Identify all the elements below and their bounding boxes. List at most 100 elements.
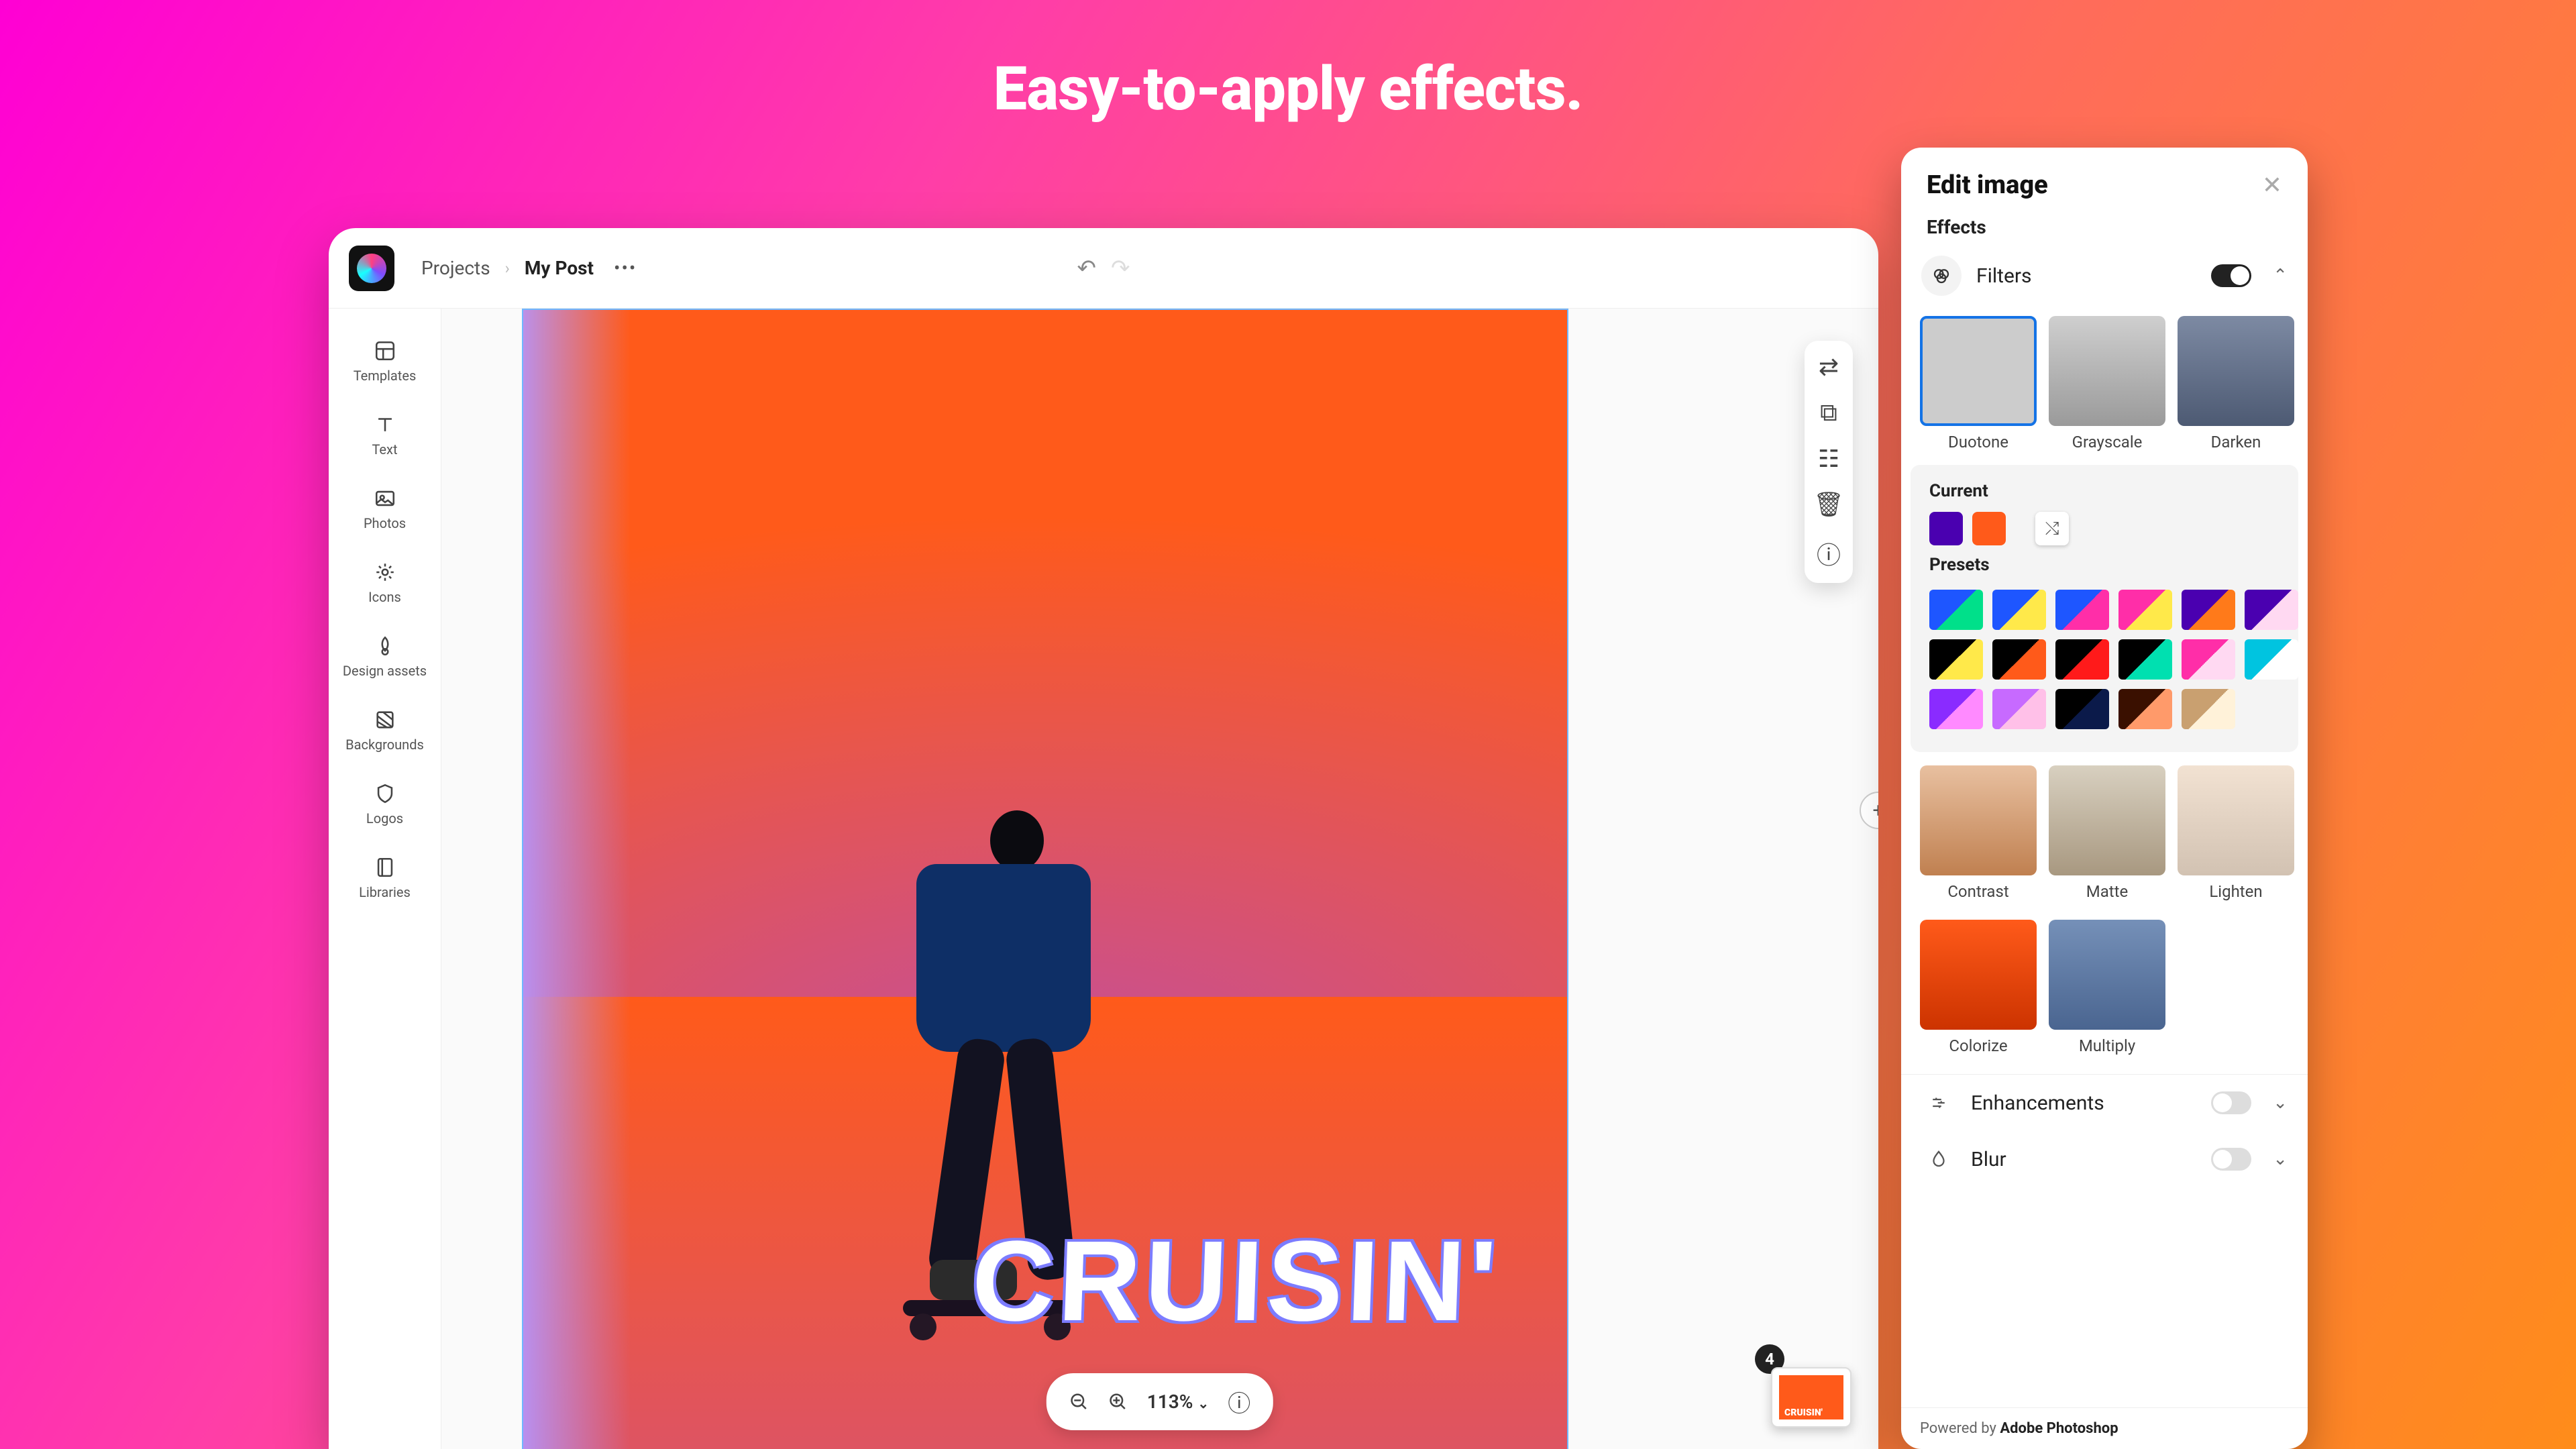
shuffle-button[interactable]: ⤭ (2035, 512, 2069, 545)
canvas-text[interactable]: CRUISIN' (969, 1216, 1502, 1347)
sidebar-item-libraries[interactable]: Libraries (329, 841, 441, 915)
redo-button[interactable]: ↷ (1111, 255, 1130, 282)
zoom-value[interactable]: 113% ⌄ (1147, 1391, 1209, 1413)
thumb-label: Colorize (1949, 1036, 2007, 1055)
order-icon[interactable]: ☷ (1813, 445, 1845, 473)
preset-swatch[interactable] (2055, 639, 2109, 680)
thumb-label: Duotone (1948, 433, 2008, 451)
swap-icon[interactable]: ⇄ (1813, 353, 1845, 381)
sidebar-label: Design assets (343, 663, 427, 679)
undo-button[interactable]: ↶ (1077, 255, 1097, 282)
thumb-label: Lighten (2209, 882, 2262, 901)
sidebar-label: Templates (354, 368, 417, 384)
duplicate-icon[interactable]: ⧉ (1813, 398, 1845, 427)
preset-swatch[interactable] (2182, 639, 2235, 680)
add-element-handle[interactable]: + (1860, 792, 1878, 829)
chevron-down-icon[interactable]: ⌄ (2273, 1149, 2288, 1169)
current-label: Current (1920, 474, 2289, 509)
blur-icon (1921, 1142, 1956, 1177)
sidebar-item-text[interactable]: Text (329, 398, 441, 472)
adjust-thumbs-row2: Colorize Multiply (1901, 910, 2308, 1065)
current-color-1[interactable] (1929, 512, 1963, 545)
preset-swatch[interactable] (2118, 689, 2172, 729)
sidebar-item-photos[interactable]: Photos (329, 472, 441, 546)
design-assets-icon (374, 635, 396, 657)
close-icon[interactable]: ✕ (2262, 171, 2282, 199)
adjust-lighten[interactable]: Lighten (2178, 765, 2294, 901)
sidebar-item-icons[interactable]: Icons (329, 546, 441, 620)
text-icon (374, 413, 396, 436)
adjust-matte[interactable]: Matte (2049, 765, 2165, 901)
preset-swatch[interactable] (2118, 639, 2172, 680)
filter-duotone[interactable]: Duotone (1920, 316, 2037, 451)
left-sidebar: Templates Text Photos Icons (329, 309, 441, 1449)
zoom-out-button[interactable] (1069, 1392, 1089, 1412)
filter-darken[interactable]: Darken (2178, 316, 2294, 451)
sidebar-label: Backgrounds (345, 737, 424, 753)
backgrounds-icon (374, 708, 396, 731)
thumb-label: Multiply (2079, 1036, 2135, 1055)
adjust-multiply[interactable]: Multiply (2049, 920, 2165, 1055)
chevron-up-icon[interactable]: ⌃ (2273, 266, 2288, 286)
info-icon[interactable]: ⓘ (1813, 536, 1845, 571)
preset-swatch[interactable] (1929, 689, 1983, 729)
sidebar-label: Icons (368, 589, 401, 605)
floating-toolbar: ⇄ ⧉ ☷ 🗑 ⓘ (1805, 341, 1853, 583)
app-logo[interactable] (349, 246, 394, 291)
sidebar-item-templates[interactable]: Templates (329, 325, 441, 398)
enhancements-row[interactable]: Enhancements ⌄ (1901, 1074, 2308, 1131)
preset-swatch[interactable] (2055, 689, 2109, 729)
crumb-current[interactable]: My Post (525, 257, 594, 279)
current-color-2[interactable] (1972, 512, 2006, 545)
sidebar-item-logos[interactable]: Logos (329, 767, 441, 841)
icons-icon (374, 561, 396, 584)
chevron-down-icon[interactable]: ⌄ (2273, 1093, 2288, 1113)
breadcrumb: Projects › My Post (421, 257, 594, 279)
preset-swatch[interactable] (2245, 590, 2298, 630)
thumb-label: Grayscale (2072, 433, 2143, 451)
preset-grid (1920, 583, 2289, 736)
zoom-in-button[interactable] (1108, 1392, 1128, 1412)
sidebar-label: Logos (366, 810, 403, 826)
enhancements-toggle[interactable] (2211, 1091, 2251, 1114)
filters-row[interactable]: Filters ⌃ (1901, 245, 2308, 307)
adjust-thumbs-row1: Contrast Matte Lighten (1901, 756, 2308, 910)
sidebar-label: Photos (364, 515, 406, 531)
filters-toggle[interactable] (2211, 264, 2251, 287)
page-thumbnail[interactable]: CRUISIN' (1771, 1367, 1851, 1428)
blur-label: Blur (1971, 1148, 2196, 1171)
fit-view-button[interactable]: ⓘ (1228, 1385, 1250, 1418)
blur-row[interactable]: Blur ⌄ (1901, 1131, 2308, 1187)
blur-toggle[interactable] (2211, 1148, 2251, 1171)
preset-swatch[interactable] (2118, 590, 2172, 630)
libraries-icon (374, 856, 396, 879)
chevron-down-icon: ⌄ (1197, 1395, 1209, 1411)
presets-label: Presets (1920, 548, 2289, 583)
delete-icon[interactable]: 🗑 (1813, 490, 1845, 519)
headline: Easy-to-apply effects. (0, 0, 2576, 124)
thumb-label: Contrast (1947, 882, 2008, 901)
topbar: Projects › My Post ••• ↶ ↷ (329, 228, 1878, 309)
filter-grayscale[interactable]: Grayscale (2049, 316, 2165, 451)
crumb-projects[interactable]: Projects (421, 257, 490, 279)
app-window: Projects › My Post ••• ↶ ↷ Templates Tex… (329, 228, 1878, 1449)
preset-swatch[interactable] (1992, 689, 2046, 729)
design-canvas[interactable]: CRUISIN' (522, 309, 1568, 1449)
preset-swatch[interactable] (2245, 639, 2298, 680)
effects-section-label: Effects (1901, 207, 2308, 245)
preset-swatch[interactable] (1929, 639, 1983, 680)
preset-swatch[interactable] (1929, 590, 1983, 630)
preset-swatch[interactable] (2055, 590, 2109, 630)
preset-swatch[interactable] (2182, 590, 2235, 630)
adjust-contrast[interactable]: Contrast (1920, 765, 2037, 901)
templates-icon (374, 339, 396, 362)
preset-swatch[interactable] (2182, 689, 2235, 729)
sidebar-item-design-assets[interactable]: Design assets (329, 620, 441, 694)
sidebar-item-backgrounds[interactable]: Backgrounds (329, 694, 441, 767)
more-menu-icon[interactable]: ••• (614, 257, 637, 279)
adjust-colorize[interactable]: Colorize (1920, 920, 2037, 1055)
canvas-area[interactable]: CRUISIN' + ⇄ ⧉ ☷ 🗑 ⓘ 113% ⌄ ⓘ 4 (441, 309, 1878, 1449)
filters-icon (1921, 256, 1962, 296)
preset-swatch[interactable] (1992, 639, 2046, 680)
preset-swatch[interactable] (1992, 590, 2046, 630)
